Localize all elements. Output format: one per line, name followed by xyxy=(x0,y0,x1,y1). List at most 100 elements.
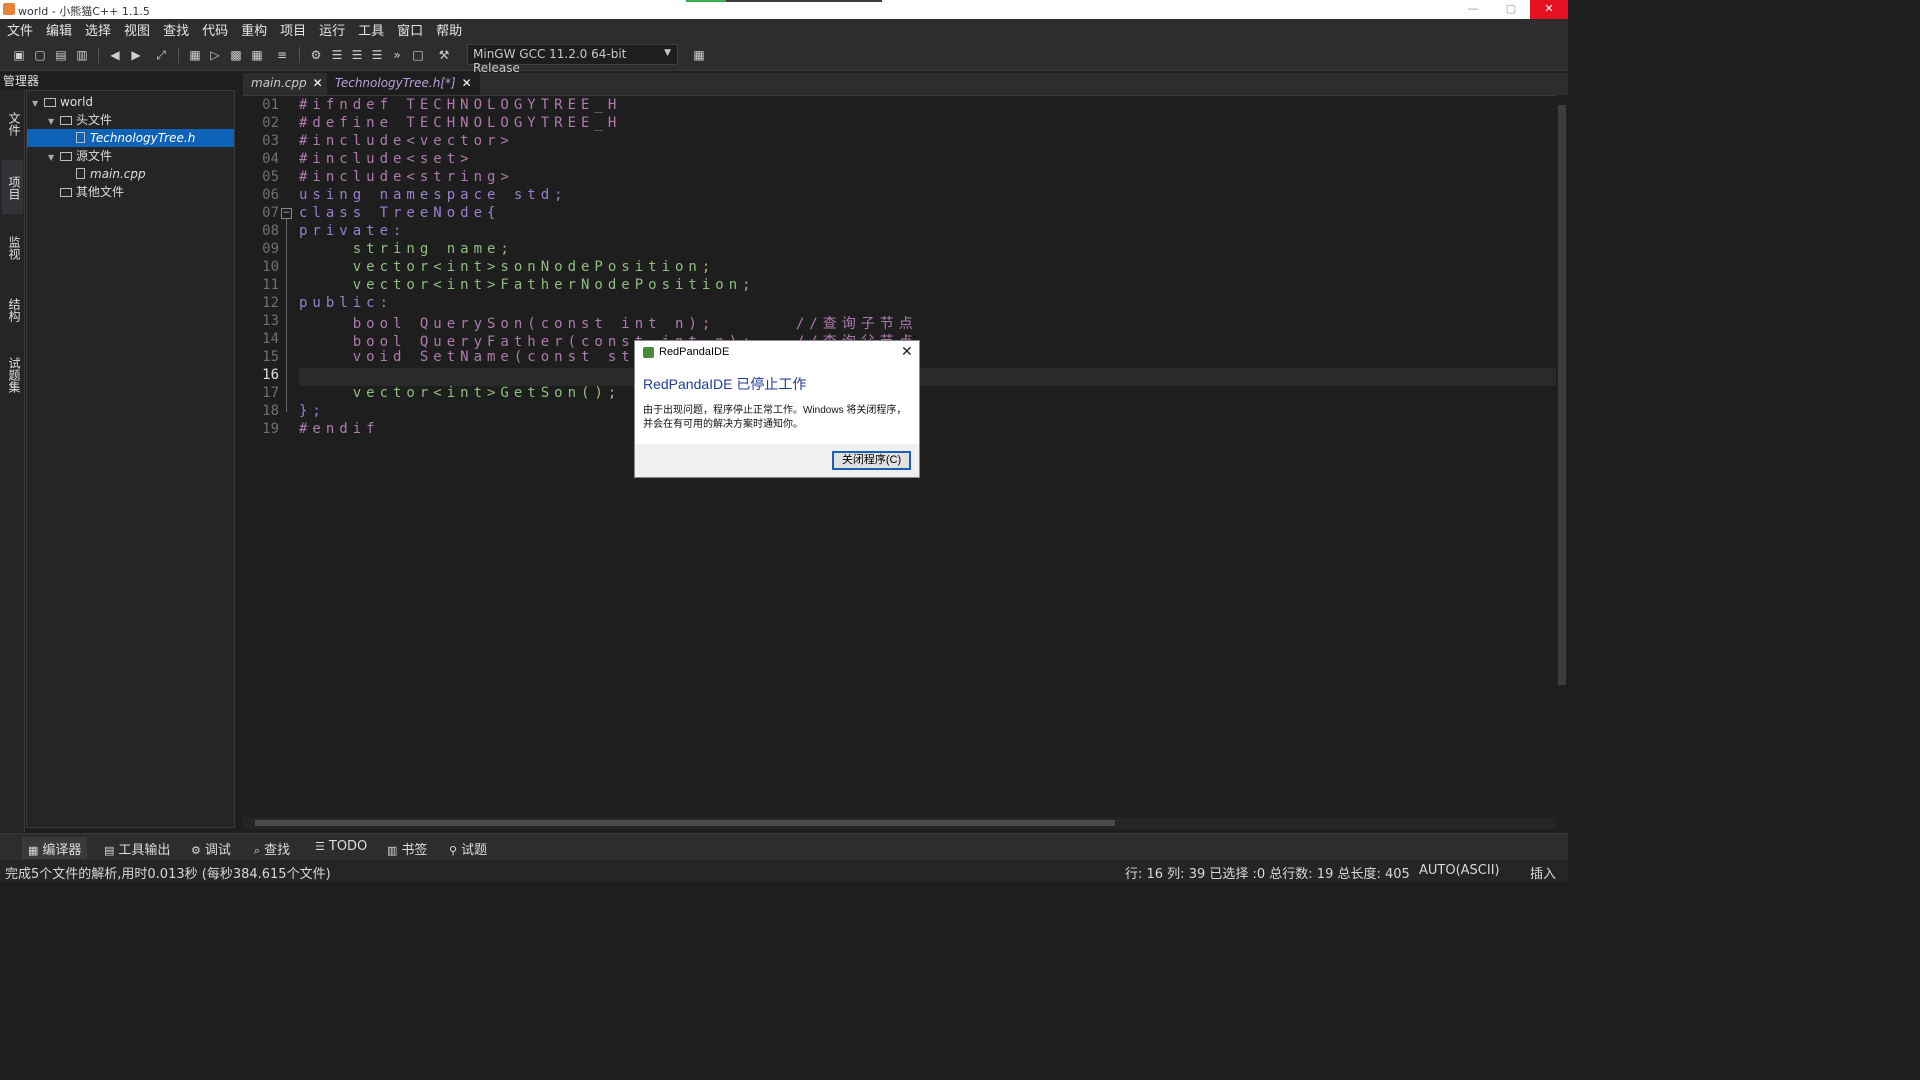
tab-close-icon[interactable]: ✕ xyxy=(462,76,472,90)
close-program-button[interactable]: 关闭程序(C) xyxy=(832,451,911,470)
bottom-tab-label: 书签 xyxy=(401,843,428,858)
menu-item[interactable]: 文件 xyxy=(0,19,39,39)
code-line: class TreeNode{ xyxy=(299,205,501,221)
menu-item[interactable]: 视图 xyxy=(117,19,156,39)
save-all-icon[interactable]: ▥ xyxy=(75,48,89,62)
fold-guide xyxy=(286,219,287,412)
line-number: 19 xyxy=(262,421,279,437)
folder-icon xyxy=(60,152,72,161)
back-icon[interactable]: ◀ xyxy=(108,48,122,62)
side-tab[interactable]: 监视 xyxy=(2,218,23,276)
bottom-tab[interactable]: ⚲ 试题 xyxy=(443,837,493,859)
run-icon[interactable]: ▷ xyxy=(208,48,222,62)
insert-mode: 插入 xyxy=(1530,867,1557,882)
toolbar: ▣ ▢ ▤ ▥ ◀ ▶ ⤢ ▦ ▷ ▩ ▦ ≡ ⚙ ☰ ☰ ☰ » □ ⚒ Mi… xyxy=(0,39,1568,75)
tree-item-label: 源文件 xyxy=(76,149,113,163)
menu-item[interactable]: 查找 xyxy=(156,19,195,39)
code-line: #include<string> xyxy=(299,169,514,185)
file-encoding[interactable]: AUTO(ASCII) xyxy=(1419,863,1500,878)
tools-icon[interactable]: ⚒ xyxy=(437,48,451,62)
side-tab[interactable]: 项目 xyxy=(2,160,23,214)
side-tab[interactable]: 结构 xyxy=(2,280,23,338)
bottom-tab-icon: ⚙ xyxy=(191,844,201,857)
bottom-tab-icon: ⌕ xyxy=(254,844,261,857)
menu-item[interactable]: 编辑 xyxy=(39,19,78,39)
step-out-icon[interactable]: ☰ xyxy=(370,48,384,62)
crash-dialog: RedPandaIDE ✕ RedPandaIDE 已停止工作 由于出现问题，程… xyxy=(634,340,920,478)
maximize-button[interactable]: ▢ xyxy=(1492,0,1530,19)
menu-bar: 文件 编辑 选择 视图 查找 代码 重构 项目 运行 工具 窗口 帮助 xyxy=(0,19,1568,39)
tree-item[interactable]: ▼ 源文件 xyxy=(48,147,112,165)
app-icon xyxy=(643,347,654,358)
vertical-scrollbar[interactable] xyxy=(1556,95,1568,817)
tree-item[interactable]: main.cpp xyxy=(64,165,146,183)
close-button[interactable]: ✕ xyxy=(1530,0,1568,19)
tree-item[interactable]: 其他文件 xyxy=(48,183,124,201)
horizontal-scrollbar[interactable] xyxy=(243,817,1556,829)
tree-item-label: 头文件 xyxy=(76,113,113,127)
new-file-icon[interactable]: ▢ xyxy=(33,48,47,62)
step-icon[interactable]: ☰ xyxy=(330,48,344,62)
compiler-select[interactable]: MinGW GCC 11.2.0 64-bit Release ▼ xyxy=(467,44,678,75)
file-icon xyxy=(76,132,85,143)
bottom-tab-label: 编译器 xyxy=(42,843,82,858)
tab-close-icon[interactable]: ✕ xyxy=(313,76,323,90)
bottom-tab[interactable]: ⌕ 查找 xyxy=(248,837,296,859)
menu-item[interactable]: 项目 xyxy=(273,19,312,39)
compile-run-icon[interactable]: ▩ xyxy=(229,48,243,62)
menu-item[interactable]: 窗口 xyxy=(390,19,429,39)
line-number: 02 xyxy=(262,115,279,131)
forward-icon[interactable]: ▶ xyxy=(129,48,143,62)
side-tab[interactable]: 文件 xyxy=(2,94,23,152)
editor-tab[interactable]: TechnologyTree.h[*] ✕ xyxy=(327,73,480,95)
editor-tab[interactable]: main.cpp ✕ xyxy=(243,73,331,95)
tree-item[interactable]: TechnologyTree.h xyxy=(27,129,234,147)
cursor-position: 行: 16 列: 39 已选择 :0 总行数: 19 总长度: 405 xyxy=(1125,867,1410,882)
rebuild-icon[interactable]: ▦ xyxy=(250,48,264,62)
menu-item[interactable]: 工具 xyxy=(351,19,390,39)
fit-icon[interactable]: ⤢ xyxy=(154,48,168,62)
step-into-icon[interactable]: ☰ xyxy=(350,48,364,62)
open-project-icon[interactable]: ▣ xyxy=(12,48,26,62)
bottom-tab[interactable]: ⚙ 调试 xyxy=(185,837,237,859)
debug-icon[interactable]: ⚙ xyxy=(309,48,323,62)
bottom-tab[interactable]: ▤ 工具输出 xyxy=(98,837,176,859)
menu-item[interactable]: 运行 xyxy=(312,19,351,39)
code-line: public: xyxy=(299,295,394,311)
dialog-heading: RedPandaIDE 已停止工作 xyxy=(643,376,807,392)
bottom-tab[interactable]: ▥ 书签 xyxy=(381,837,433,859)
code-line: string name; xyxy=(299,241,514,257)
menu-item[interactable]: 代码 xyxy=(195,19,234,39)
stop-icon[interactable]: □ xyxy=(411,48,425,62)
expand-toggle-icon[interactable]: ▼ xyxy=(32,95,44,113)
bottom-tab[interactable]: ☰ TODO xyxy=(309,837,373,859)
tree-item-label: 其他文件 xyxy=(76,185,125,199)
editor-tab-label: main.cpp xyxy=(251,76,307,90)
save-icon[interactable]: ▤ xyxy=(54,48,68,62)
dialog-close-icon[interactable]: ✕ xyxy=(901,343,913,360)
side-tab[interactable]: 试题集 xyxy=(2,342,23,406)
options-icon[interactable]: ≡ xyxy=(275,48,289,62)
tree-item[interactable]: ▼ 头文件 xyxy=(48,111,112,129)
expand-toggle-icon[interactable]: ▼ xyxy=(48,149,60,167)
line-number: 17 xyxy=(262,385,279,401)
line-number: 06 xyxy=(262,187,279,203)
fold-toggle-icon[interactable]: − xyxy=(281,208,292,219)
tree-item-label: TechnologyTree.h xyxy=(90,131,196,145)
bottom-tab-label: TODO xyxy=(328,839,368,854)
bottom-tab-bar: ▦ 编译器 ▤ 工具输出 ⚙ 调试 ⌕ 查找 ☰ TODO ▥ 书签 ⚲ 试题 xyxy=(0,833,1568,860)
bottom-tab-label: 查找 xyxy=(264,843,291,858)
line-number: 09 xyxy=(262,241,279,257)
menu-item[interactable]: 帮助 xyxy=(429,19,468,39)
compiler-options-icon[interactable]: ▦ xyxy=(692,48,706,62)
compile-icon[interactable]: ▦ xyxy=(188,48,202,62)
menu-item[interactable]: 重构 xyxy=(234,19,273,39)
bottom-tab[interactable]: ▦ 编译器 xyxy=(22,837,88,859)
code-line: private: xyxy=(299,223,407,239)
continue-icon[interactable]: » xyxy=(390,48,404,62)
line-number: 01 xyxy=(262,97,279,113)
tree-item-label: main.cpp xyxy=(90,167,146,181)
minimize-button[interactable]: — xyxy=(1454,0,1492,19)
tree-item[interactable]: ▼ world xyxy=(32,93,93,111)
menu-item[interactable]: 选择 xyxy=(78,19,117,39)
